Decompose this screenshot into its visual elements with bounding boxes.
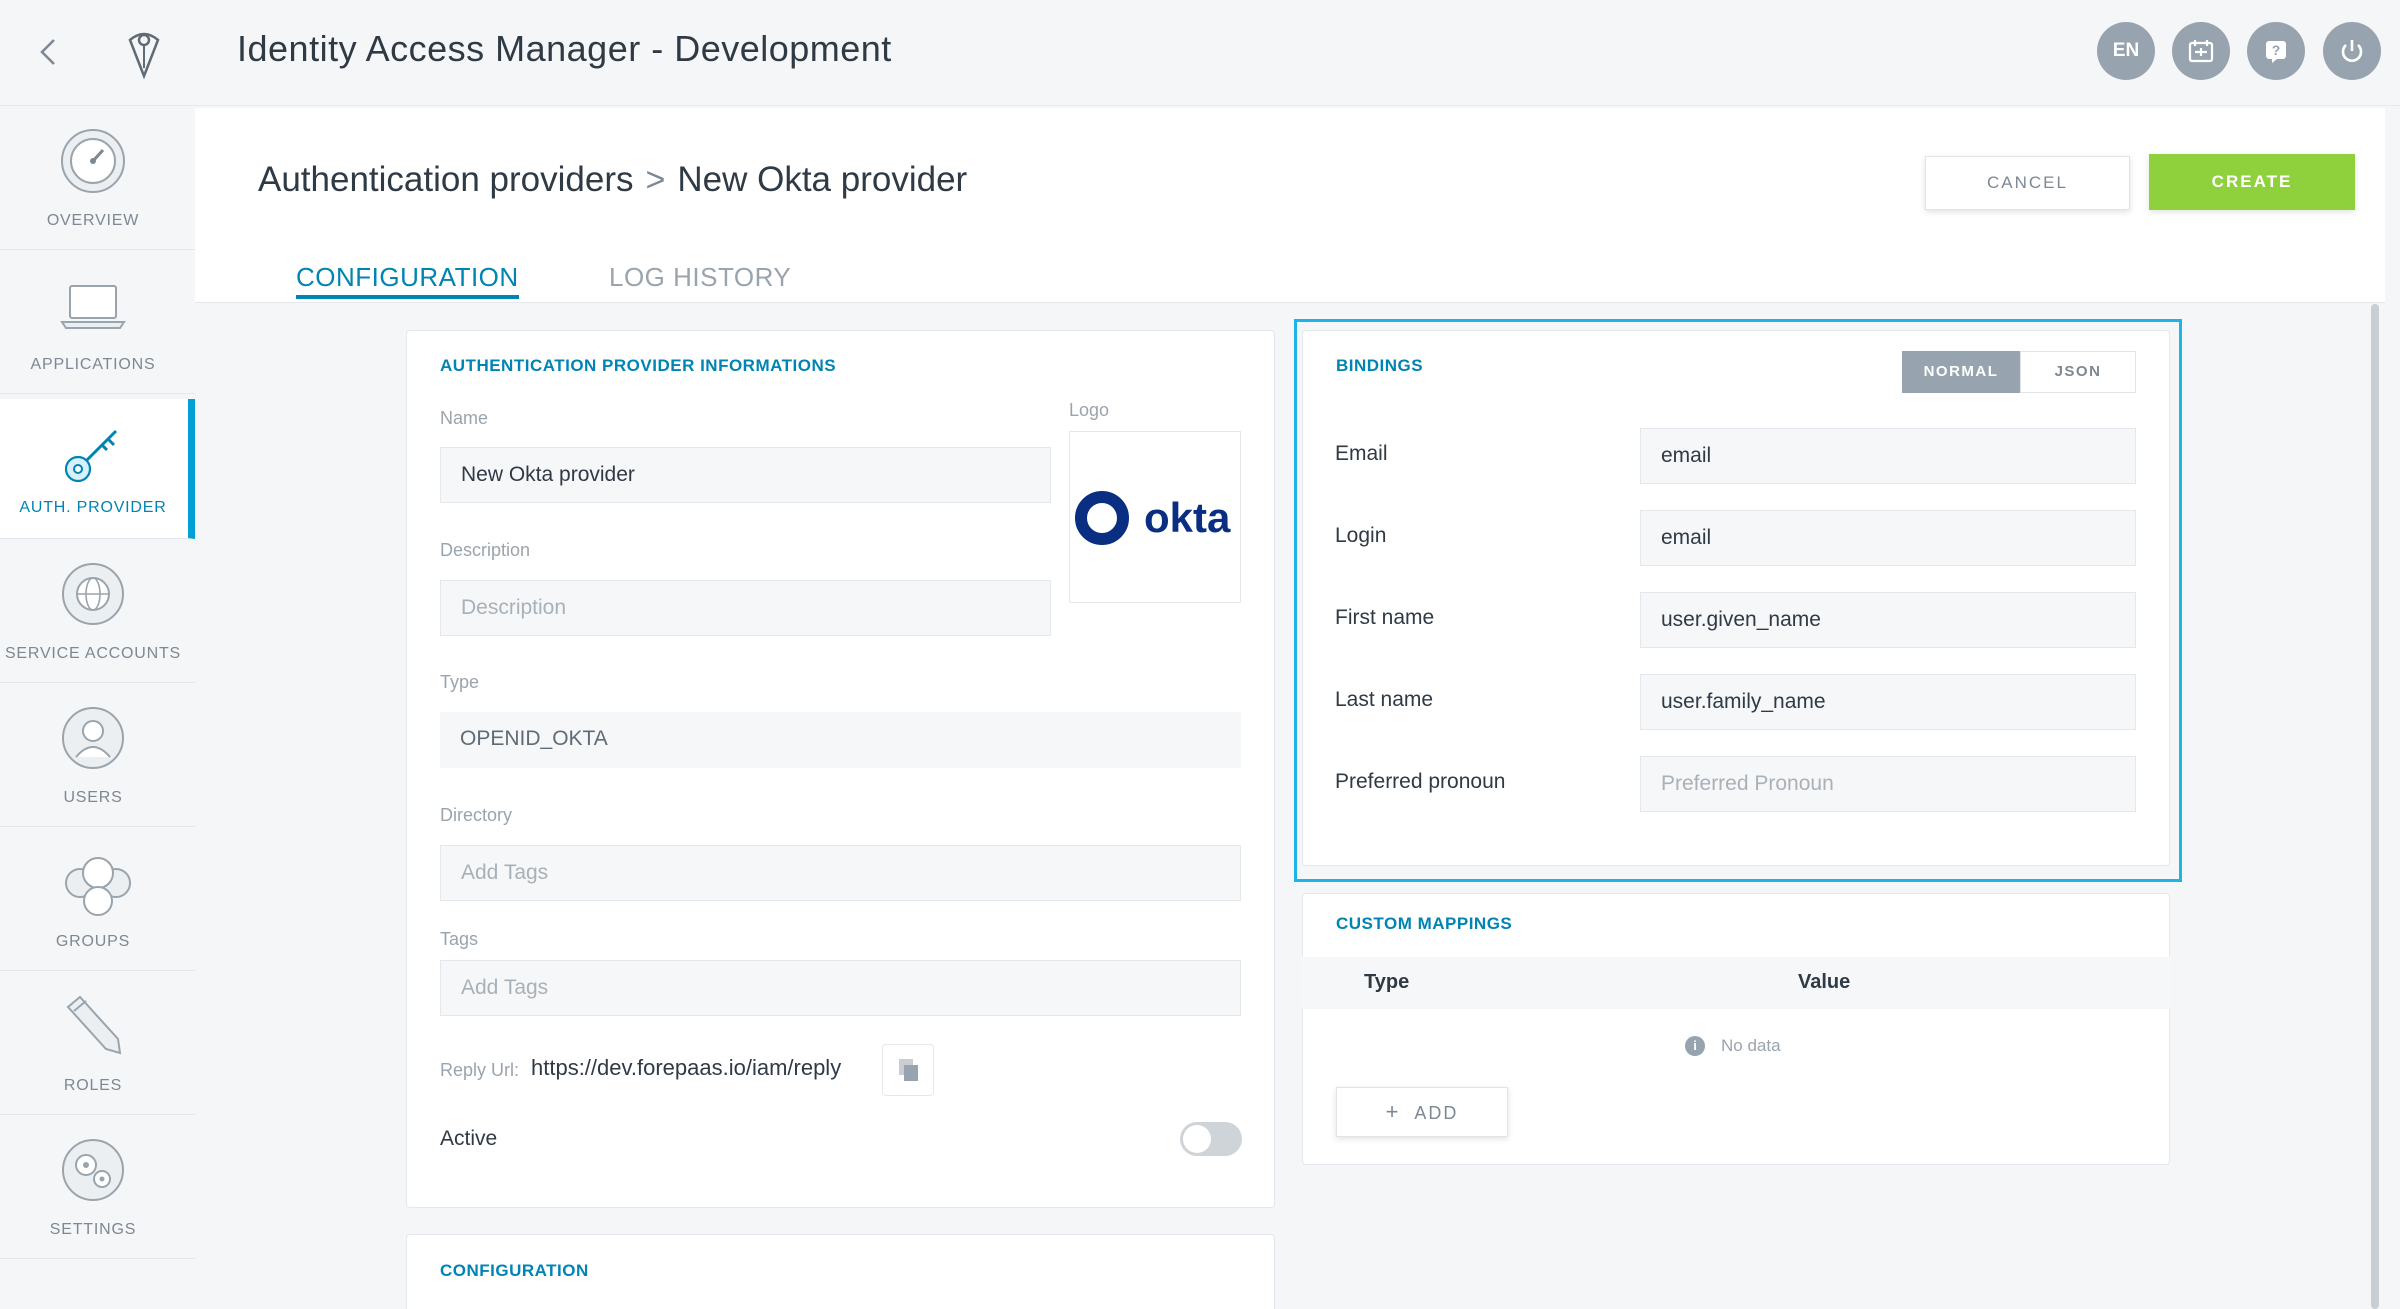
sidebar-item-roles[interactable]: ROLES — [0, 971, 195, 1115]
svg-text:?: ? — [2272, 42, 2281, 58]
binding-input-last-name[interactable]: user.family_name — [1640, 674, 2136, 730]
gears-icon — [58, 1135, 128, 1205]
sidebar-item-auth-provider[interactable]: AUTH. PROVIDER — [0, 399, 195, 539]
app-logo-icon — [120, 24, 168, 84]
mappings-table-header: Type Value — [1302, 957, 2170, 1009]
sidebar-item-label: OVERVIEW — [46, 212, 140, 229]
tab-log-history[interactable]: LOG HISTORY — [609, 262, 791, 293]
configuration-card-title: CONFIGURATION — [440, 1261, 589, 1280]
cancel-button[interactable]: CANCEL — [1925, 156, 2130, 210]
copy-icon[interactable] — [882, 1044, 934, 1096]
sidebar-item-label: AUTH. PROVIDER — [19, 499, 167, 516]
okta-logo-text: okta — [1144, 494, 1231, 541]
empty-state: i No data — [1685, 1036, 1781, 1056]
sidebar-item-label: APPLICATIONS — [30, 356, 156, 373]
help-icon[interactable]: ? — [2247, 22, 2305, 80]
sidebar-item-label: USERS — [63, 789, 123, 806]
add-mapping-button[interactable]: + ADD — [1336, 1087, 1508, 1137]
tags-input[interactable]: Add Tags — [440, 960, 1241, 1016]
sidebar-item-groups[interactable]: GROUPS — [0, 827, 195, 971]
create-button[interactable]: CREATE — [2149, 154, 2355, 210]
user-icon — [58, 703, 128, 773]
logo-label: Logo — [1069, 400, 1110, 420]
page-scrollbar[interactable] — [2371, 304, 2379, 1309]
calendar-icon[interactable] — [2172, 22, 2230, 80]
plus-icon: + — [1385, 1099, 1401, 1124]
binding-label-first-name: First name — [1335, 606, 1435, 629]
sidebar-item-settings[interactable]: SETTINGS — [0, 1115, 195, 1259]
okta-logo-icon: okta — [1075, 491, 1231, 545]
sidebar-item-users[interactable]: USERS — [0, 683, 195, 827]
top-bar: Identity Access Manager - Development EN… — [0, 0, 2400, 106]
binding-input-login[interactable]: email — [1640, 510, 2136, 566]
binding-label-login: Login — [1335, 524, 1387, 547]
gauge-icon — [58, 126, 128, 196]
breadcrumb-current: New Okta provider — [677, 160, 968, 199]
column-value: Value — [1798, 971, 1851, 993]
language-button[interactable]: EN — [2097, 22, 2155, 80]
description-label: Description — [440, 540, 531, 560]
power-icon[interactable] — [2323, 22, 2381, 80]
page-header: Authentication providers > New Okta prov… — [195, 108, 2385, 303]
custom-mappings-title: CUSTOM MAPPINGS — [1336, 914, 1513, 933]
tags-label: Tags — [440, 929, 479, 949]
sidebar-item-label: SERVICE ACCOUNTS — [4, 645, 182, 662]
provider-info-title: AUTHENTICATION PROVIDER INFORMATIONS — [440, 356, 837, 375]
globe-icon — [58, 559, 128, 629]
binding-input-first-name[interactable]: user.given_name — [1640, 592, 2136, 648]
key-icon — [58, 419, 128, 489]
back-arrow-icon[interactable] — [30, 30, 70, 74]
reply-url-label: Reply Url: — [440, 1060, 520, 1080]
mode-normal-button[interactable]: NORMAL — [1902, 351, 2020, 393]
breadcrumb-root-link[interactable]: Authentication providers — [258, 160, 634, 200]
info-icon: i — [1685, 1036, 1705, 1056]
logo-upload[interactable]: okta — [1069, 431, 1241, 603]
add-mapping-label: ADD — [1414, 1103, 1459, 1123]
sidebar-item-label: ROLES — [63, 1077, 123, 1094]
breadcrumb-separator: > — [645, 160, 666, 199]
tab-configuration[interactable]: CONFIGURATION — [296, 262, 519, 299]
sidebar-item-overview[interactable]: OVERVIEW — [0, 106, 195, 250]
type-field: OPENID_OKTA — [440, 712, 1241, 768]
binding-label-last-name: Last name — [1335, 688, 1434, 711]
mode-json-button[interactable]: JSON — [2020, 351, 2136, 393]
sidebar-item-label: SETTINGS — [49, 1221, 137, 1238]
name-label: Name — [440, 408, 489, 428]
bindings-title: BINDINGS — [1336, 356, 1424, 375]
sidebar-item-service-accounts[interactable]: SERVICE ACCOUNTS — [0, 539, 195, 683]
directory-tags-input[interactable]: Add Tags — [440, 845, 1241, 901]
sidebar: OVERVIEW APPLICATIONS AUTH. PROVIDER SER… — [0, 106, 195, 1309]
description-input[interactable]: Description — [440, 580, 1051, 636]
binding-input-email[interactable]: email — [1640, 428, 2136, 484]
active-label: Active — [440, 1127, 498, 1150]
reply-url-value: https://dev.forepaas.io/iam/reply — [531, 1055, 842, 1080]
pencil-icon — [58, 991, 128, 1061]
name-input[interactable]: New Okta provider — [440, 447, 1051, 503]
laptop-icon — [58, 270, 128, 340]
binding-input-preferred-pronoun[interactable]: Preferred Pronoun — [1640, 756, 2136, 812]
app-title: Identity Access Manager - Development — [237, 28, 892, 69]
toggle-knob — [1183, 1125, 1211, 1153]
empty-state-text: No data — [1721, 1036, 1781, 1055]
sidebar-item-applications[interactable]: APPLICATIONS — [0, 250, 195, 394]
sidebar-item-label: GROUPS — [55, 933, 131, 950]
group-icon — [58, 847, 131, 917]
binding-label-preferred-pronoun: Preferred pronoun — [1335, 770, 1506, 793]
binding-label-email: Email — [1335, 442, 1388, 465]
active-toggle[interactable] — [1180, 1122, 1242, 1156]
type-label: Type — [440, 672, 480, 692]
directory-label: Directory — [440, 805, 513, 825]
breadcrumb: Authentication providers > New Okta prov… — [258, 160, 967, 200]
column-type: Type — [1364, 971, 1410, 993]
